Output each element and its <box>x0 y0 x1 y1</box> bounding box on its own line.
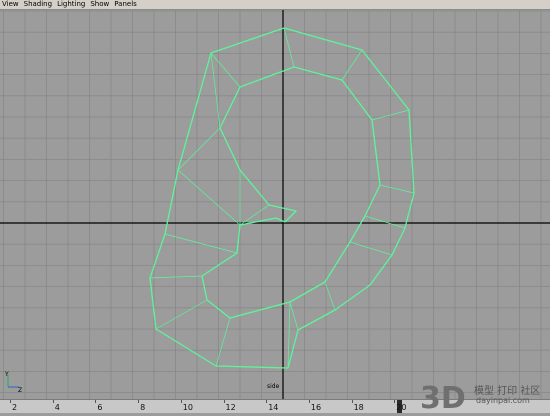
mesh-edge[interactable] <box>341 49 363 81</box>
timeline-tick-label: 20 <box>396 403 407 412</box>
mesh-edge[interactable] <box>379 184 415 194</box>
menu-panels[interactable]: Panels <box>114 0 137 9</box>
menu-show[interactable]: Show <box>90 0 109 9</box>
mesh-edge[interactable] <box>364 215 406 229</box>
watermark-logo-icon: 3D <box>420 381 466 416</box>
viewport-canvas[interactable] <box>0 10 550 399</box>
timeline-tick-label: 2 <box>12 403 18 412</box>
camera-label: side <box>267 383 280 390</box>
menu-shading[interactable]: Shading <box>24 0 52 9</box>
mesh-inner-edge[interactable] <box>201 66 381 319</box>
watermark-cn-text: 模型 打印 社区 <box>474 386 541 397</box>
watermark-url-text: dayinpai.com <box>476 396 530 405</box>
timeline-tick-mark <box>52 400 54 403</box>
timeline-tick-label: 14 <box>268 403 279 412</box>
timeline-tick-label: 10 <box>182 403 193 412</box>
timeline-tick-mark <box>10 400 11 403</box>
timeline-tick-label: 16 <box>310 403 322 412</box>
mesh-edge[interactable] <box>219 127 241 171</box>
timeline-tick-label: 18 <box>353 403 364 412</box>
ear-wireframe-mesh[interactable] <box>149 27 415 369</box>
mesh-edge[interactable] <box>287 301 291 369</box>
menu-view[interactable]: View <box>2 0 19 9</box>
timeline-tick-label: 6 <box>97 403 103 412</box>
svg-text:3D: 3D <box>420 381 466 412</box>
mesh-edge[interactable] <box>155 299 208 330</box>
timeline-tick-mark <box>394 400 396 403</box>
menu-bar: View Shading Lighting Show Panels <box>0 0 550 10</box>
timeline-tick-mark <box>351 400 353 403</box>
timeline-tick-mark <box>308 400 310 403</box>
mesh-edge[interactable] <box>289 301 299 331</box>
timeline-tick-label: 4 <box>54 403 60 412</box>
mesh-edge[interactable] <box>177 169 241 226</box>
timeline-tick-label: 12 <box>225 403 236 412</box>
mesh-edge[interactable] <box>149 275 203 279</box>
mesh-edge[interactable] <box>210 52 241 88</box>
gizmo-z-label: Z <box>18 387 22 392</box>
timeline-tick-mark <box>266 400 268 403</box>
menu-lighting[interactable]: Lighting <box>57 0 85 9</box>
axis-gizmo: Y Z <box>2 370 24 394</box>
timeline-tick-mark <box>138 400 140 403</box>
timeline-tick-mark <box>223 400 225 403</box>
watermark: 3D 模型 打印 社区 dayinpai.com <box>418 380 548 416</box>
timeline-tick-label: 8 <box>140 403 146 412</box>
timeline-tick-mark <box>180 400 182 403</box>
gizmo-y-label: Y <box>4 371 9 378</box>
mesh-edge[interactable] <box>283 27 295 68</box>
side-viewport[interactable] <box>0 10 550 399</box>
timeline-tick-mark <box>95 400 97 403</box>
grid <box>0 10 550 399</box>
